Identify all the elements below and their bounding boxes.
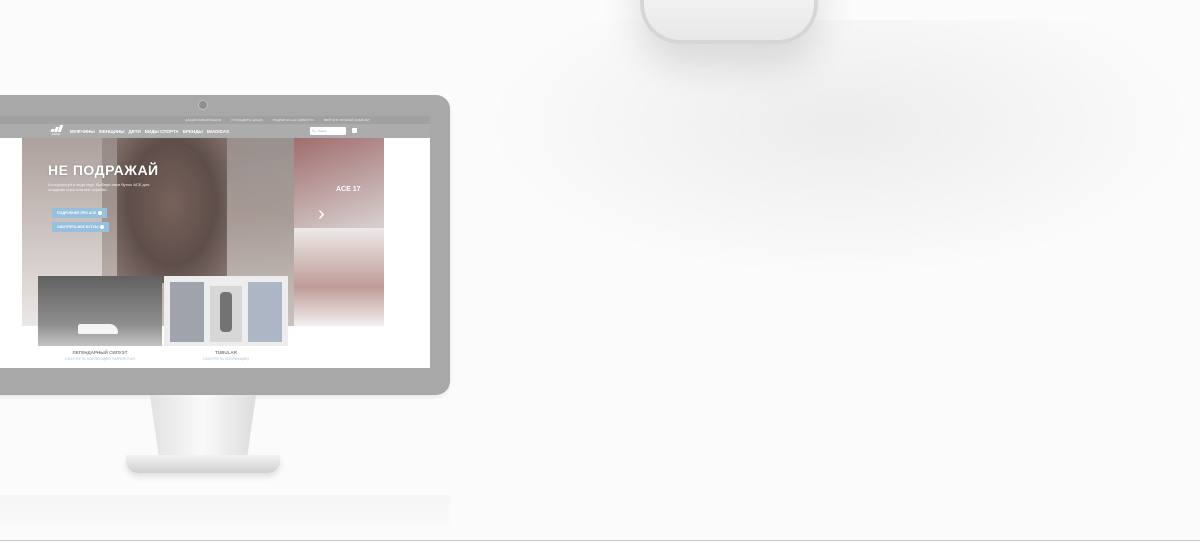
logo-text: adidas: [51, 132, 61, 136]
promo-title-superstar: ЛЕГЕНДАРНЫЙ СИЛУЭТ: [72, 350, 128, 355]
nav-item-men[interactable]: МУЖЧИНЫ: [70, 129, 95, 134]
main-nav: МУЖЧИНЫ ЖЕНЩИНЫ ДЕТИ ВИДЫ СПОРТА БРЕНДЫ …: [70, 124, 229, 138]
hero-image-player: [117, 138, 227, 283]
promo-card-tubular[interactable]: [164, 276, 288, 346]
tablet-device-edge: [640, 0, 818, 44]
topbar-link-login[interactable]: ВОЙТИ В ЛИЧНЫЙ КАБИНЕТ: [324, 118, 370, 122]
adidas-logo[interactable]: adidas: [48, 125, 64, 137]
nav-item-brands[interactable]: БРЕНДЫ: [183, 129, 203, 134]
hero-secondary-button[interactable]: СМОТРЕТЬ ВСЕ БУТСЫ: [52, 222, 110, 232]
topbar-link-newsletter[interactable]: ПОДПИСКА НА НОВОСТИ: [273, 118, 314, 122]
hero-primary-button-label: ПОДРОБНЕЕ ПРО ACE: [57, 211, 97, 215]
model-image-2: [248, 282, 282, 342]
monitor-screen: КАКАЯ ИНФОРМАЦИЯ ОТСЛЕДИТЬ ЗАКАЗ ПОДПИСК…: [0, 116, 430, 368]
search-input[interactable]: 🔍︎ Поиск: [310, 127, 346, 135]
hero-subtitle: Контролируй и веди игру. Выбери свои бут…: [48, 182, 150, 192]
carousel-prev-icon[interactable]: ‹: [4, 204, 11, 224]
arrow-right-icon: [100, 225, 105, 229]
nav-item-kids[interactable]: ДЕТИ: [129, 129, 141, 134]
logo-stripes-icon: [48, 125, 64, 132]
ace-badge: ACE 17: [336, 186, 361, 193]
nav-item-sports[interactable]: ВИДЫ СПОРТА: [145, 129, 179, 134]
monitor-stand-base: [126, 455, 280, 473]
floor-line: [0, 540, 1200, 541]
hero-secondary-button-label: СМОТРЕТЬ ВСЕ БУТСЫ: [57, 225, 99, 229]
search-icon: 🔍︎: [312, 129, 316, 133]
sneaker-image: [210, 286, 242, 342]
monitor-stand-neck: [150, 395, 256, 455]
topbar-link-info[interactable]: КАКАЯ ИНФОРМАЦИЯ: [186, 118, 222, 122]
camera-icon: [198, 100, 208, 110]
site-navbar: adidas МУЖЧИНЫ ЖЕНЩИНЫ ДЕТИ ВИДЫ СПОРТА …: [0, 124, 430, 138]
background-shadow: [480, 20, 1200, 280]
carousel-next-icon[interactable]: ›: [318, 204, 325, 224]
promo-link-superstar[interactable]: СМОТРЕТЬ КОЛЛЕКЦИЮ SUPERSTAR: [38, 357, 162, 361]
arrow-right-icon: [98, 211, 103, 215]
search-placeholder: Поиск: [317, 129, 327, 133]
cart-icon[interactable]: [352, 128, 357, 133]
sneaker-image: [78, 324, 118, 334]
promo-card-superstar[interactable]: [38, 276, 162, 346]
hero-title: НЕ ПОДРАЖАЙ: [48, 162, 159, 178]
hero-primary-button[interactable]: ПОДРОБНЕЕ ПРО ACE: [52, 208, 108, 218]
promo-title-tubular: TUBULAR: [215, 350, 237, 355]
model-image-1: [170, 282, 204, 342]
nav-item-miadidas[interactable]: MIADIDAS: [207, 129, 229, 134]
nav-item-women[interactable]: ЖЕНЩИНЫ: [99, 129, 125, 134]
topbar-link-track-order[interactable]: ОТСЛЕДИТЬ ЗАКАЗ: [231, 118, 262, 122]
promo-link-tubular[interactable]: СМОТРЕТЬ КОЛЛЕКЦИЮ: [164, 357, 288, 361]
site-topbar: КАКАЯ ИНФОРМАЦИЯ ОТСЛЕДИТЬ ЗАКАЗ ПОДПИСК…: [0, 116, 430, 124]
monitor-frame: КАКАЯ ИНФОРМАЦИЯ ОТСЛЕДИТЬ ЗАКАЗ ПОДПИСК…: [0, 95, 450, 395]
hero-image-right-top: [294, 138, 384, 228]
hero-image-right-bottom: [294, 228, 384, 326]
floor-reflection: [0, 495, 450, 540]
